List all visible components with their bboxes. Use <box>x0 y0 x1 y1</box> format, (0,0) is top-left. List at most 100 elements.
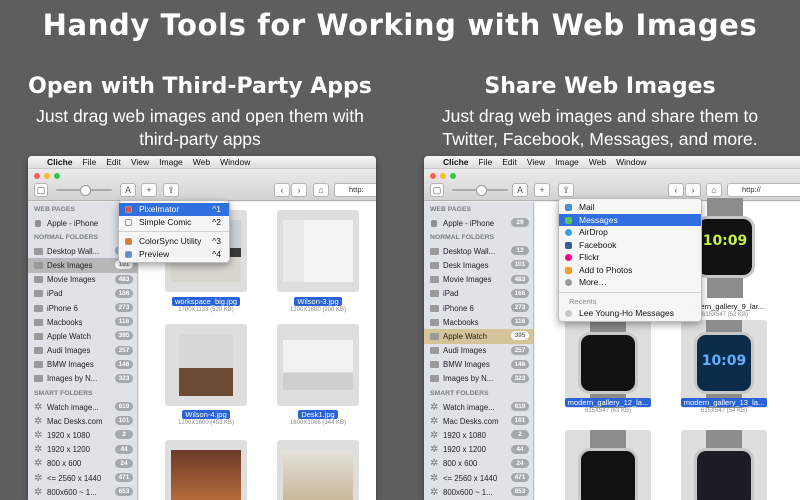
thumbnail-size-slider[interactable] <box>452 185 508 196</box>
open-with-colorsync-utility[interactable]: ColorSync Utility ^3 <box>119 235 229 248</box>
share-airdrop[interactable]: AirDrop <box>559 226 701 239</box>
sidebar-item-desk-images[interactable]: Desk Images 101 <box>424 258 533 272</box>
sidebar-item-2560-x-1440[interactable]: ✲ <= 2560 x 1440 471 <box>28 471 137 485</box>
thumb-filename[interactable]: Desk1.jpg <box>298 410 338 419</box>
sidebar-item-movie-images[interactable]: Movie Images 483 <box>424 273 533 287</box>
menu-file[interactable]: File <box>479 157 493 167</box>
sidebar-item-bmw-images[interactable]: BMW Images 146 <box>28 358 137 372</box>
thumb-filename[interactable]: Wilson-4.jpg <box>182 410 230 419</box>
sidebar-item-images-by-n[interactable]: Images by N... 323 <box>424 372 533 386</box>
forward-button[interactable]: › <box>291 183 307 197</box>
thumbnail-watch-13[interactable]: 10:09 <box>681 320 767 408</box>
sidebar-item-800x600-1[interactable]: ✲ 800x600 ~ 1... 853 <box>424 485 533 499</box>
sidebar-item-iphone-6[interactable]: iPhone 6 273 <box>424 301 533 315</box>
thumb-filename[interactable]: Wilson-3.jpg <box>294 297 342 306</box>
thumb-filename[interactable]: modern_gallery_13_la... <box>680 398 768 407</box>
sidebar-item-1920-x-1200[interactable]: ✲ 1920 x 1200 44 <box>424 443 533 457</box>
share-messages[interactable]: Messages <box>559 213 701 226</box>
close-button[interactable] <box>430 173 436 179</box>
zoom-button[interactable] <box>54 173 60 179</box>
text-tool-button[interactable]: A <box>120 183 136 197</box>
sidebar-item-mac-desks-com[interactable]: ✲ Mac Desks.com 101 <box>28 414 137 428</box>
sidebar-item-apple-watch[interactable]: Apple Watch 395 <box>28 329 137 343</box>
text-tool-button[interactable]: A <box>512 183 528 197</box>
thumb-filename[interactable]: modern_gallery_12_la... <box>564 398 652 407</box>
thumbnail-watch-partial[interactable] <box>681 430 767 500</box>
menu-web[interactable]: Web <box>589 157 606 167</box>
thumbnail-watch-partial[interactable] <box>565 430 651 500</box>
sidebar-item-iphone-6[interactable]: iPhone 6 273 <box>28 301 137 315</box>
menu-edit[interactable]: Edit <box>502 157 517 167</box>
sidebar-item-watch-image[interactable]: ✲ Watch image... 619 <box>424 400 533 414</box>
menu-window[interactable]: Window <box>616 157 646 167</box>
url-field[interactable]: http: <box>334 183 376 197</box>
close-button[interactable] <box>34 173 40 179</box>
open-with-simple-comic[interactable]: Simple Comic ^2 <box>119 216 229 229</box>
menu-web[interactable]: Web <box>193 157 210 167</box>
thumbnail-partial[interactable] <box>165 440 247 500</box>
sidebar-item-apple-iphone[interactable]: Apple - iPhone 29 <box>424 216 533 230</box>
sidebar-item-macbooks[interactable]: Macbooks 116 <box>424 315 533 329</box>
sidebar-item-audi-images[interactable]: Audi Images 257 <box>28 344 137 358</box>
sidebar-item-audi-images[interactable]: Audi Images 257 <box>424 344 533 358</box>
menu-window[interactable]: Window <box>220 157 250 167</box>
thumbnail-desk1[interactable] <box>277 324 359 406</box>
minimize-button[interactable] <box>44 173 50 179</box>
sidebar-item-bmw-images[interactable]: BMW Images 146 <box>424 358 533 372</box>
share-button[interactable]: ⇪ <box>558 183 574 197</box>
menu-view[interactable]: View <box>131 157 149 167</box>
back-button[interactable]: ‹ <box>274 183 290 197</box>
url-field[interactable]: http:// <box>727 183 800 197</box>
thumbnail-size-slider[interactable] <box>56 185 112 196</box>
menu-image[interactable]: Image <box>159 157 183 167</box>
add-button[interactable]: + <box>534 183 550 197</box>
sidebar-item-watch-image[interactable]: ✲ Watch image... 619 <box>28 400 137 414</box>
sidebar-toggle-icon[interactable]: ▢ <box>34 183 48 197</box>
sidebar-item-800-x-600[interactable]: ✲ 800 x 600 24 <box>424 457 533 471</box>
sidebar-item-ipad[interactable]: iPad 166 <box>28 287 137 301</box>
sidebar-item-movie-images[interactable]: Movie Images 483 <box>28 273 137 287</box>
sidebar-item-1920-x-1080[interactable]: ✲ 1920 x 1080 2 <box>424 428 533 442</box>
sidebar-item-apple-watch[interactable]: Apple Watch 395 <box>424 329 533 344</box>
sidebar-item-800x600-1[interactable]: ✲ 800x600 ~ 1... 653 <box>28 485 137 499</box>
menu-image[interactable]: Image <box>555 157 579 167</box>
back-button[interactable]: ‹ <box>668 183 684 197</box>
forward-button[interactable]: › <box>685 183 701 197</box>
sidebar-item-images-by-n[interactable]: Images by N... 323 <box>28 372 137 386</box>
sidebar-toggle-icon[interactable]: ▢ <box>430 183 444 197</box>
sidebar-item-800-x-600[interactable]: ✲ 800 x 600 24 <box>28 457 137 471</box>
thumbnail-partial[interactable] <box>277 440 359 500</box>
sidebar-item-1920-x-1080[interactable]: ✲ 1920 x 1080 2 <box>28 428 137 442</box>
share-mail[interactable]: Mail <box>559 201 701 214</box>
sidebar-item-1920-x-1200[interactable]: ✲ 1920 x 1200 44 <box>28 443 137 457</box>
open-with-preview[interactable]: Preview ^4 <box>119 248 229 261</box>
menu-file[interactable]: File <box>83 157 97 167</box>
thumb-filename[interactable]: workspace_big.jpg <box>171 297 241 306</box>
share-button[interactable]: ⇪ <box>163 183 179 197</box>
count-badge: 44 <box>115 444 133 454</box>
add-button[interactable]: + <box>141 183 157 197</box>
sidebar-item-mac-desks-com[interactable]: ✲ Mac Desks.com 101 <box>424 414 533 428</box>
thumbnail-wilson-3[interactable] <box>277 210 359 292</box>
share-facebook[interactable]: Facebook <box>559 239 701 252</box>
recent-item[interactable]: Lee Young-Ho Messages <box>559 307 701 320</box>
sidebar-item-desktop-wall[interactable]: Desktop Wall... 12 <box>424 244 533 258</box>
sidebar-item-ipad[interactable]: iPad 166 <box>424 287 533 301</box>
sidebar-item-2560-x-1440[interactable]: ✲ <= 2560 x 1440 471 <box>424 471 533 485</box>
thumbnail-watch-12[interactable] <box>565 320 651 408</box>
app-menu[interactable]: Cliche <box>47 157 73 167</box>
minimize-button[interactable] <box>440 173 446 179</box>
left-panel-heading-group: Open with Third-Party Apps Just drag web… <box>0 72 400 151</box>
app-menu[interactable]: Cliche <box>443 157 469 167</box>
open-with-pixelmator[interactable]: Pixelmator ^1 <box>119 203 229 216</box>
home-button[interactable]: ⌂ <box>706 183 722 197</box>
home-button[interactable]: ⌂ <box>313 183 329 197</box>
share-flickr[interactable]: Flickr <box>559 251 701 264</box>
menu-edit[interactable]: Edit <box>106 157 121 167</box>
menu-view[interactable]: View <box>527 157 545 167</box>
sidebar-item-macbooks[interactable]: Macbooks 116 <box>28 315 137 329</box>
share-add-to-photos[interactable]: Add to Photos <box>559 264 701 277</box>
zoom-button[interactable] <box>450 173 456 179</box>
thumbnail-wilson-4[interactable] <box>165 324 247 406</box>
share-more[interactable]: More… <box>559 276 701 289</box>
